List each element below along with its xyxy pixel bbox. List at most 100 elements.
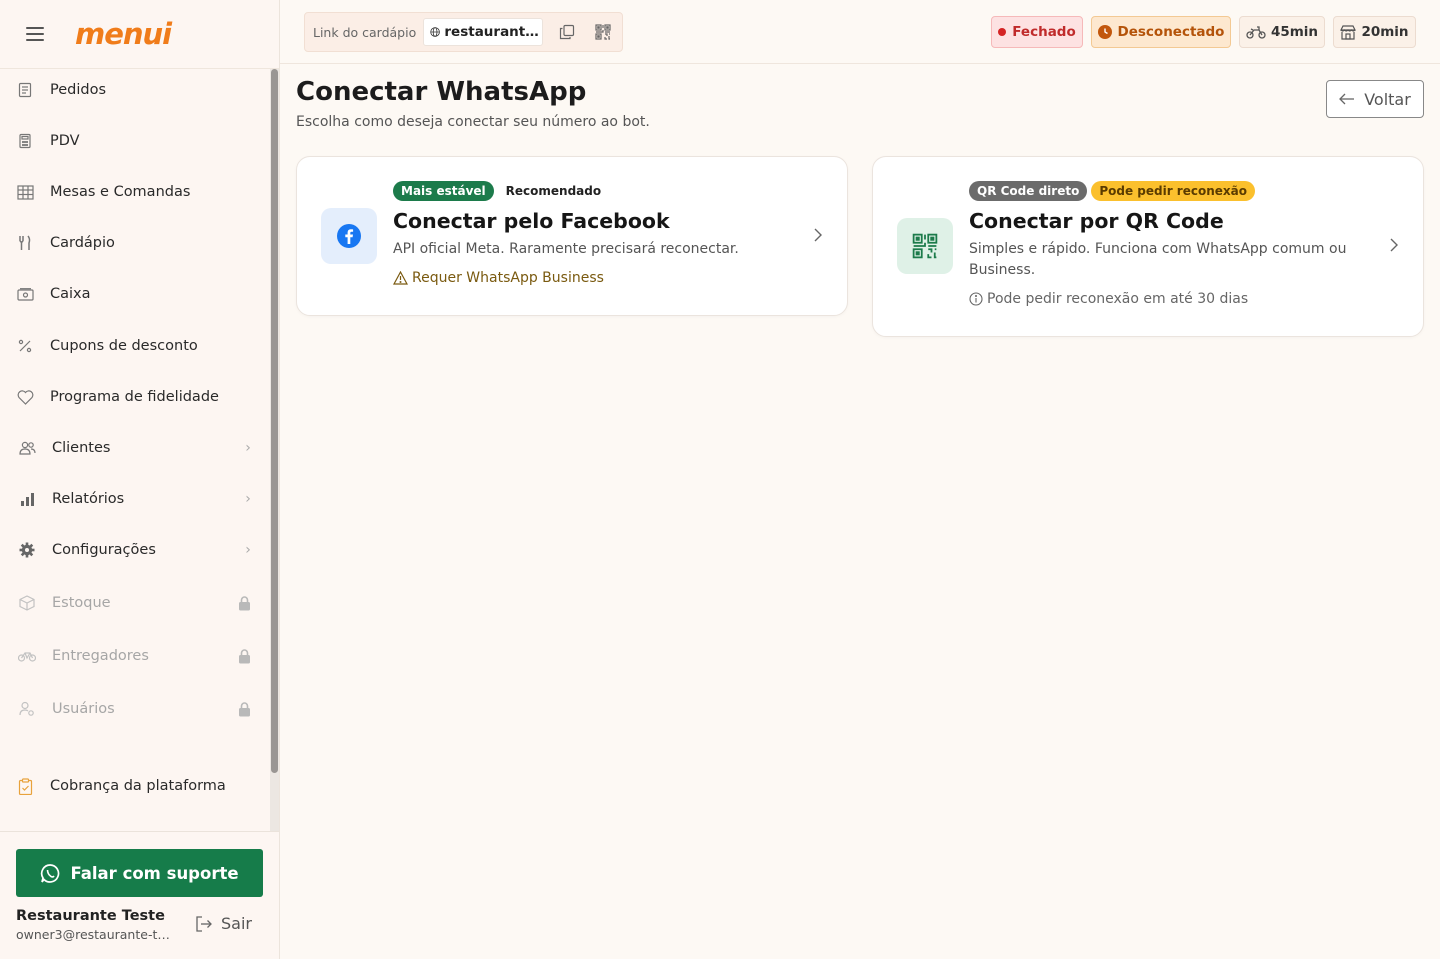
sidebar-item-label: Mesas e Comandas	[50, 184, 191, 200]
menu-link-field[interactable]: restaurante-teste	[423, 18, 544, 46]
sidebar-item-pedidos[interactable]: Pedidos	[0, 70, 270, 110]
card-title: Conectar por QR Code	[969, 209, 1224, 233]
logout-icon	[196, 915, 212, 932]
card-description: Simples e rápido. Funciona com WhatsApp …	[969, 241, 1347, 278]
connection-status-label: Desconectado	[1117, 24, 1225, 40]
card-title: Conectar pelo Facebook	[393, 209, 670, 233]
box-icon	[18, 594, 36, 612]
lock-icon	[234, 595, 254, 611]
sidebar-item-cobranca[interactable]: Cobrança da plataforma	[0, 766, 270, 806]
warning-icon	[393, 271, 408, 285]
sidebar-item-configuracoes[interactable]: Configurações ›	[0, 530, 270, 570]
receipt-icon	[16, 81, 34, 99]
bike-icon	[18, 647, 36, 665]
sidebar-nav: Pedidos PDV Mesas e Comandas Cardápio Ca…	[0, 69, 270, 831]
copy-link-button[interactable]	[553, 18, 581, 46]
logout-button[interactable]: Sair	[195, 914, 252, 933]
sidebar-item-label: Estoque	[52, 595, 111, 611]
recommended-badge: Recomendado	[497, 181, 610, 201]
sidebar-item-cupons[interactable]: Cupons de desconto	[0, 326, 270, 366]
delivery-time-badge[interactable]: 45min	[1239, 16, 1325, 48]
delivery-time-label: 45min	[1270, 24, 1319, 40]
chevron-right-icon: ›	[245, 491, 251, 507]
users-icon	[18, 439, 36, 457]
chevron-right-icon: ›	[245, 440, 251, 456]
sidebar-item-fidelidade[interactable]: Programa de fidelidade	[0, 377, 270, 417]
pickup-time-badge[interactable]: 20min	[1333, 16, 1416, 48]
logout-label: Sair	[221, 914, 252, 933]
sidebar-item-label: Entregadores	[52, 648, 149, 664]
info-icon	[969, 292, 983, 306]
calculator-icon	[16, 132, 34, 150]
card-note: Requer WhatsApp Business	[393, 270, 604, 286]
page-title: Conectar WhatsApp	[296, 77, 587, 107]
support-button[interactable]: Falar com suporte	[16, 849, 263, 897]
qr-code-button[interactable]	[589, 18, 617, 46]
sidebar-item-cardapio[interactable]: Cardápio	[0, 223, 270, 263]
qr-code-icon	[897, 218, 953, 274]
menu-icon[interactable]	[26, 27, 44, 41]
arrow-left-icon	[1339, 93, 1355, 105]
sidebar-item-label: Caixa	[50, 286, 91, 302]
sidebar-item-caixa[interactable]: Caixa	[0, 274, 270, 314]
sidebar-item-label: PDV	[50, 133, 80, 149]
chevron-right-icon	[1389, 237, 1399, 257]
copy-icon	[560, 24, 575, 40]
reconnect-badge: Pode pedir reconexão	[1091, 181, 1255, 201]
connect-qr-code-card[interactable]: QR Code direto Pode pedir reconexão Cone…	[872, 156, 1424, 337]
sidebar: menui Pedidos PDV Mesas e Comandas Cardá…	[0, 0, 280, 959]
sidebar-item-label: Programa de fidelidade	[50, 389, 219, 405]
stable-badge: Mais estável	[393, 181, 494, 201]
percent-icon	[16, 337, 34, 355]
table-icon	[16, 183, 34, 201]
page-subtitle: Escolha como deseja conectar seu número …	[296, 114, 650, 130]
card-note-label: Pode pedir reconexão em até 30 dias	[987, 291, 1249, 307]
card-note-label: Requer WhatsApp Business	[412, 270, 604, 286]
user-cog-icon	[18, 700, 36, 718]
sidebar-item-usuarios: Usuários	[0, 689, 270, 729]
sidebar-item-label: Cupons de desconto	[50, 338, 198, 354]
sidebar-item-pdv[interactable]: PDV	[0, 121, 270, 161]
pickup-time-label: 20min	[1361, 24, 1409, 40]
bar-chart-icon	[18, 490, 36, 508]
chevron-right-icon	[813, 227, 823, 247]
user-email: owner3@restaurante-teste.com	[16, 927, 174, 942]
sidebar-item-label: Configurações	[52, 542, 156, 558]
scrollbar-thumb[interactable]	[271, 69, 278, 773]
badge-row: Mais estável Recomendado	[393, 181, 613, 201]
menu-link-label: Link do cardápio	[313, 24, 417, 40]
sidebar-item-clientes[interactable]: Clientes ›	[0, 428, 270, 468]
sidebar-item-entregadores: Entregadores	[0, 636, 270, 676]
connection-status-badge[interactable]: Desconectado	[1091, 16, 1231, 48]
card-note: Pode pedir reconexão em até 30 dias	[969, 291, 1248, 307]
sidebar-item-label: Relatórios	[52, 491, 125, 507]
sidebar-item-label: Cobrança da plataforma	[50, 778, 226, 794]
sidebar-scrollbar[interactable]	[270, 69, 279, 831]
sidebar-item-label: Cardápio	[50, 235, 115, 251]
back-button-label: Voltar	[1364, 89, 1411, 109]
sidebar-item-mesas[interactable]: Mesas e Comandas	[0, 172, 270, 212]
status-dot-icon	[998, 28, 1007, 36]
qr-code-icon	[595, 24, 611, 40]
user-name: Restaurante Teste	[16, 908, 165, 924]
utensils-icon	[16, 234, 34, 252]
gear-icon	[18, 541, 36, 559]
lock-icon	[234, 701, 254, 717]
store-icon	[1340, 24, 1357, 40]
logo[interactable]: menui	[75, 17, 172, 51]
globe-icon	[430, 27, 441, 37]
sidebar-item-relatorios[interactable]: Relatórios ›	[0, 479, 270, 519]
menu-link-box: Link do cardápio restaurante-teste	[304, 12, 623, 52]
connect-facebook-card[interactable]: Mais estável Recomendado Conectar pelo F…	[296, 156, 848, 316]
back-button[interactable]: Voltar	[1326, 80, 1424, 118]
motorcycle-icon	[1246, 25, 1266, 39]
brand-bar: menui	[0, 0, 279, 69]
support-button-label: Falar com suporte	[70, 863, 239, 883]
menu-link-value: restaurante-teste	[444, 24, 542, 40]
card-description: API oficial Meta. Raramente precisará re…	[393, 241, 739, 257]
top-bar: Link do cardápio restaurante-teste Fecha…	[280, 0, 1440, 64]
sidebar-item-label: Pedidos	[50, 82, 107, 98]
badge-row: QR Code direto Pode pedir reconexão	[969, 181, 1259, 201]
clipboard-icon	[16, 777, 34, 795]
store-status-badge[interactable]: Fechado	[991, 16, 1083, 48]
